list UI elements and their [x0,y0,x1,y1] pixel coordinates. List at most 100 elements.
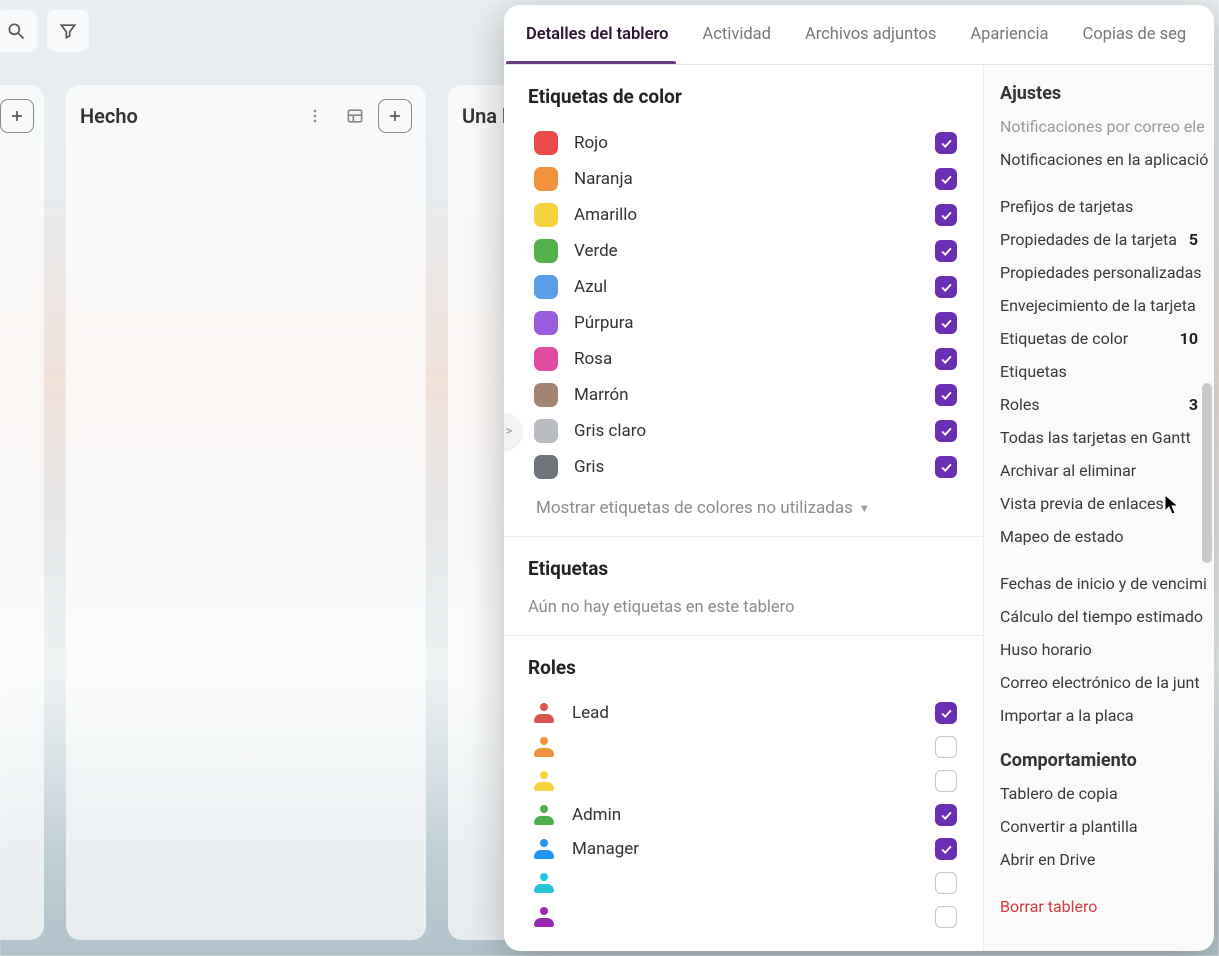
sidebar-item[interactable]: Etiquetas [984,355,1214,388]
color-label-row[interactable]: Verde [528,234,959,268]
color-label-row[interactable]: Marrón [528,378,959,412]
checkbox-off-icon[interactable] [935,872,957,894]
list-column-partial [0,85,44,940]
search-button[interactable] [0,10,37,52]
tab-appearance[interactable]: Apariencia [970,25,1048,44]
sidebar-item-label: Mapeo de estado [1000,527,1124,546]
checkbox-on-icon[interactable] [935,204,957,226]
sidebar-item[interactable]: Roles3 [984,388,1214,421]
role-row[interactable]: Lead [528,697,959,729]
tab-board-details[interactable]: Detalles del tablero [526,25,669,44]
sidebar-item[interactable]: Cálculo del tiempo estimado [984,600,1214,633]
color-label-row[interactable]: Azul [528,270,959,304]
checkbox-off-icon[interactable] [935,906,957,928]
checkbox-on-icon[interactable] [935,456,957,478]
role-row[interactable] [528,901,959,933]
checkbox-on-icon[interactable] [935,132,957,154]
filter-button[interactable] [47,10,89,52]
sidebar-item[interactable]: Envejecimiento de la tarjeta [984,289,1214,322]
role-row[interactable] [528,867,959,899]
checkbox-on-icon[interactable] [935,240,957,262]
section-heading: Roles [528,656,959,679]
list-title[interactable]: Hecho [80,104,138,128]
color-label-name: Rosa [574,349,612,369]
sidebar-item-label: Envejecimiento de la tarjeta [1000,296,1196,315]
person-icon [534,703,554,723]
role-row[interactable]: Admin [528,799,959,831]
color-label-name: Verde [574,241,618,261]
sidebar-item-label: Vista previa de enlaces [1000,494,1164,513]
scrollbar-thumb[interactable] [1202,383,1212,563]
person-icon [534,873,554,893]
person-icon [534,737,554,757]
checkbox-on-icon[interactable] [935,168,957,190]
color-label-row[interactable]: Amarillo [528,198,959,232]
sidebar-item[interactable]: Vista previa de enlaces [984,487,1214,520]
checkbox-off-icon[interactable] [935,770,957,792]
checkbox-on-icon[interactable] [935,312,957,334]
color-label-name: Naranja [574,169,633,189]
sidebar-item[interactable]: Importar a la placa [984,699,1214,732]
color-label-row[interactable]: Púrpura [528,306,959,340]
sidebar-item-label: Abrir en Drive [1000,850,1095,869]
sidebar-item[interactable]: Borrar tablero [984,890,1214,923]
section-heading: Etiquetas de color [528,85,959,108]
sidebar-heading: Comportamiento [984,732,1214,777]
checkbox-on-icon[interactable] [935,348,957,370]
add-card-button[interactable] [378,99,412,133]
sidebar-item[interactable]: Etiquetas de color10 [984,322,1214,355]
sidebar-item-label: Propiedades de la tarjeta [1000,230,1177,249]
color-swatch [534,167,558,191]
add-card-button[interactable] [0,99,34,133]
chevron-down-icon: ▼ [859,502,870,515]
sidebar-item[interactable]: Notificaciones por correo ele [984,110,1214,143]
tab-attachments[interactable]: Archivos adjuntos [805,25,936,44]
sidebar-item[interactable]: Mapeo de estado [984,520,1214,553]
sidebar-item[interactable]: Fechas de inicio y de vencimi [984,567,1214,600]
list-view-button[interactable] [338,99,372,133]
checkbox-on-icon[interactable] [935,384,957,406]
color-label-row[interactable]: Gris [528,450,959,484]
sidebar-item[interactable]: Tablero de copia [984,777,1214,810]
sidebar-item-label: Archivar al eliminar [1000,461,1136,480]
checkbox-on-icon[interactable] [935,804,957,826]
sidebar-item-label: Prefijos de tarjetas [1000,197,1133,216]
scrollbar[interactable] [1202,73,1212,943]
checkbox-on-icon[interactable] [935,838,957,860]
checkbox-off-icon[interactable] [935,736,957,758]
show-unused-label: Mostrar etiquetas de colores no utilizad… [536,498,853,518]
show-unused-colors-toggle[interactable]: Mostrar etiquetas de colores no utilizad… [536,498,870,518]
sidebar-item-label: Borrar tablero [1000,897,1097,916]
color-label-name: Gris [574,457,604,477]
tab-backups[interactable]: Copias de seg [1082,25,1186,44]
color-swatch [534,239,558,263]
sidebar-item[interactable]: Archivar al eliminar [984,454,1214,487]
checkbox-on-icon[interactable] [935,420,957,442]
role-row[interactable] [528,731,959,763]
sidebar-item[interactable]: Propiedades de la tarjeta 5 [984,223,1214,256]
role-row[interactable]: Manager [528,833,959,865]
sidebar-item[interactable]: Correo electrónico de la junt [984,666,1214,699]
color-label-name: Rojo [574,133,608,153]
sidebar-item-label: Notificaciones en la aplicació [1000,150,1208,169]
sidebar-item[interactable]: Abrir en Drive [984,843,1214,876]
sidebar-item[interactable]: Propiedades personalizadas [984,256,1214,289]
tab-activity[interactable]: Actividad [703,25,771,44]
color-label-row[interactable]: Gris claro [528,414,959,448]
checkbox-on-icon[interactable] [935,276,957,298]
role-row[interactable] [528,765,959,797]
checkbox-on-icon[interactable] [935,702,957,724]
sidebar-item[interactable]: Huso horario [984,633,1214,666]
color-label-row[interactable]: Rosa [528,342,959,376]
person-icon [534,839,554,859]
sidebar-item-count: 5 [1189,230,1198,249]
labels-empty-text: Aún no hay etiquetas en este tablero [528,598,959,617]
sidebar-item-label: Notificaciones por correo ele [1000,117,1205,136]
sidebar-item[interactable]: Notificaciones en la aplicació [984,143,1214,176]
sidebar-item[interactable]: Prefijos de tarjetas [984,190,1214,223]
color-label-row[interactable]: Rojo [528,126,959,160]
list-menu-button[interactable] [298,99,332,133]
sidebar-item[interactable]: Convertir a plantilla [984,810,1214,843]
sidebar-item[interactable]: Todas las tarjetas en Gantt [984,421,1214,454]
color-label-row[interactable]: Naranja [528,162,959,196]
